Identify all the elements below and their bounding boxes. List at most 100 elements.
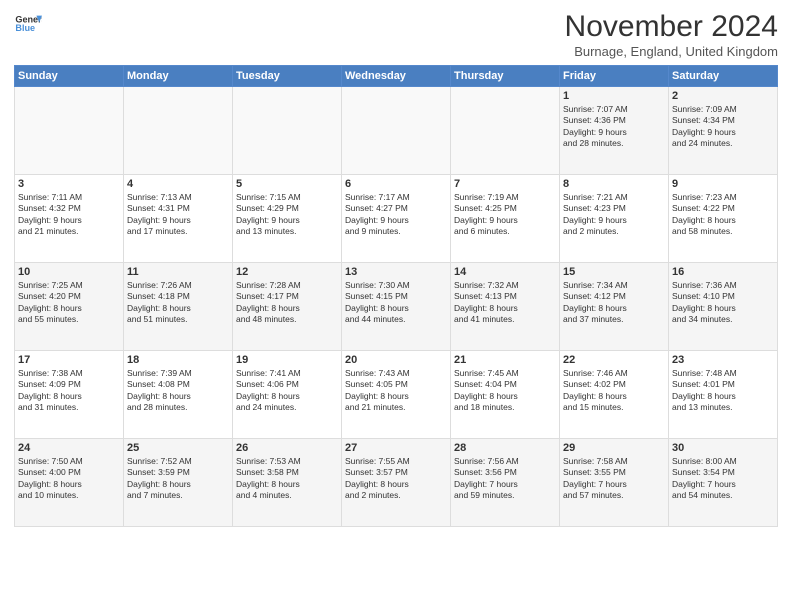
day-info: Sunrise: 7:17 AM Sunset: 4:27 PM Dayligh… xyxy=(345,192,447,238)
day-number: 27 xyxy=(345,442,447,454)
day-number: 21 xyxy=(454,354,556,366)
day-info: Sunrise: 7:39 AM Sunset: 4:08 PM Dayligh… xyxy=(127,368,229,414)
day-number: 22 xyxy=(563,354,665,366)
day-number: 14 xyxy=(454,266,556,278)
table-row: 10 Sunrise: 7:25 AM Sunset: 4:20 PM Dayli… xyxy=(15,263,124,351)
calendar-header-row: Sunday Monday Tuesday Wednesday Thursday… xyxy=(15,66,778,87)
day-info: Sunrise: 7:28 AM Sunset: 4:17 PM Dayligh… xyxy=(236,280,338,326)
table-row: 26 Sunrise: 7:53 AM Sunset: 3:58 PM Dayli… xyxy=(233,439,342,527)
day-info: Sunrise: 7:45 AM Sunset: 4:04 PM Dayligh… xyxy=(454,368,556,414)
day-number: 2 xyxy=(672,90,774,102)
table-row xyxy=(124,87,233,175)
table-row: 11 Sunrise: 7:26 AM Sunset: 4:18 PM Dayli… xyxy=(124,263,233,351)
day-number: 23 xyxy=(672,354,774,366)
day-number: 1 xyxy=(563,90,665,102)
table-row: 29 Sunrise: 7:58 AM Sunset: 3:55 PM Dayli… xyxy=(560,439,669,527)
table-row: 13 Sunrise: 7:30 AM Sunset: 4:15 PM Dayli… xyxy=(342,263,451,351)
day-number: 3 xyxy=(18,178,120,190)
table-row xyxy=(342,87,451,175)
table-row: 3Sunrise: 7:11 AM Sunset: 4:32 PM Daylig… xyxy=(15,175,124,263)
table-row: 16 Sunrise: 7:36 AM Sunset: 4:10 PM Dayli… xyxy=(669,263,778,351)
day-number: 16 xyxy=(672,266,774,278)
day-info: Sunrise: 7:46 AM Sunset: 4:02 PM Dayligh… xyxy=(563,368,665,414)
table-row: 24 Sunrise: 7:50 AM Sunset: 4:00 PM Dayli… xyxy=(15,439,124,527)
day-info: Sunrise: 7:07 AM Sunset: 4:36 PM Dayligh… xyxy=(563,104,665,150)
day-info: Sunrise: 7:58 AM Sunset: 3:55 PM Dayligh… xyxy=(563,456,665,502)
table-row: 17 Sunrise: 7:38 AM Sunset: 4:09 PM Dayli… xyxy=(15,351,124,439)
day-number: 13 xyxy=(345,266,447,278)
table-row: 12Sunrise: 7:28 AM Sunset: 4:17 PM Dayli… xyxy=(233,263,342,351)
table-row xyxy=(233,87,342,175)
month-title: November 2024 xyxy=(565,10,778,44)
header-tuesday: Tuesday xyxy=(233,66,342,87)
day-info: Sunrise: 7:30 AM Sunset: 4:15 PM Dayligh… xyxy=(345,280,447,326)
table-row: 9 Sunrise: 7:23 AM Sunset: 4:22 PM Daylig… xyxy=(669,175,778,263)
table-row: 20 Sunrise: 7:43 AM Sunset: 4:05 PM Dayli… xyxy=(342,351,451,439)
day-info: Sunrise: 7:52 AM Sunset: 3:59 PM Dayligh… xyxy=(127,456,229,502)
table-row: 21 Sunrise: 7:45 AM Sunset: 4:04 PM Dayli… xyxy=(451,351,560,439)
day-info: Sunrise: 7:26 AM Sunset: 4:18 PM Dayligh… xyxy=(127,280,229,326)
day-info: Sunrise: 7:19 AM Sunset: 4:25 PM Dayligh… xyxy=(454,192,556,238)
day-info: Sunrise: 7:50 AM Sunset: 4:00 PM Dayligh… xyxy=(18,456,120,502)
logo: General Blue xyxy=(14,10,42,38)
header-sunday: Sunday xyxy=(15,66,124,87)
table-row: 30Sunrise: 8:00 AM Sunset: 3:54 PM Dayli… xyxy=(669,439,778,527)
header-monday: Monday xyxy=(124,66,233,87)
day-info: Sunrise: 7:09 AM Sunset: 4:34 PM Dayligh… xyxy=(672,104,774,150)
table-row: 15Sunrise: 7:34 AM Sunset: 4:12 PM Dayli… xyxy=(560,263,669,351)
day-info: Sunrise: 7:15 AM Sunset: 4:29 PM Dayligh… xyxy=(236,192,338,238)
table-row: 4 Sunrise: 7:13 AM Sunset: 4:31 PM Daylig… xyxy=(124,175,233,263)
svg-text:Blue: Blue xyxy=(15,23,35,33)
table-row: 2 Sunrise: 7:09 AM Sunset: 4:34 PM Daylig… xyxy=(669,87,778,175)
day-number: 28 xyxy=(454,442,556,454)
day-info: Sunrise: 7:32 AM Sunset: 4:13 PM Dayligh… xyxy=(454,280,556,326)
table-row: 1 Sunrise: 7:07 AM Sunset: 4:36 PM Daylig… xyxy=(560,87,669,175)
page-header: General Blue November 2024 Burnage, Engl… xyxy=(14,10,778,59)
table-row: 6 Sunrise: 7:17 AM Sunset: 4:27 PM Daylig… xyxy=(342,175,451,263)
week-row-5: 24 Sunrise: 7:50 AM Sunset: 4:00 PM Dayli… xyxy=(15,439,778,527)
day-number: 17 xyxy=(18,354,120,366)
header-saturday: Saturday xyxy=(669,66,778,87)
day-number: 15 xyxy=(563,266,665,278)
header-wednesday: Wednesday xyxy=(342,66,451,87)
day-number: 18 xyxy=(127,354,229,366)
day-info: Sunrise: 7:38 AM Sunset: 4:09 PM Dayligh… xyxy=(18,368,120,414)
day-number: 7 xyxy=(454,178,556,190)
day-number: 10 xyxy=(18,266,120,278)
header-thursday: Thursday xyxy=(451,66,560,87)
day-info: Sunrise: 7:13 AM Sunset: 4:31 PM Dayligh… xyxy=(127,192,229,238)
day-info: Sunrise: 7:36 AM Sunset: 4:10 PM Dayligh… xyxy=(672,280,774,326)
day-number: 6 xyxy=(345,178,447,190)
title-section: November 2024 Burnage, England, United K… xyxy=(565,10,778,59)
day-number: 29 xyxy=(563,442,665,454)
day-info: Sunrise: 7:43 AM Sunset: 4:05 PM Dayligh… xyxy=(345,368,447,414)
table-row: 19Sunrise: 7:41 AM Sunset: 4:06 PM Dayli… xyxy=(233,351,342,439)
day-info: Sunrise: 7:48 AM Sunset: 4:01 PM Dayligh… xyxy=(672,368,774,414)
calendar-table: Sunday Monday Tuesday Wednesday Thursday… xyxy=(14,65,778,527)
table-row: 14 Sunrise: 7:32 AM Sunset: 4:13 PM Dayli… xyxy=(451,263,560,351)
logo-icon: General Blue xyxy=(14,10,42,38)
table-row: 28Sunrise: 7:56 AM Sunset: 3:56 PM Dayli… xyxy=(451,439,560,527)
day-info: Sunrise: 7:23 AM Sunset: 4:22 PM Dayligh… xyxy=(672,192,774,238)
table-row: 5Sunrise: 7:15 AM Sunset: 4:29 PM Daylig… xyxy=(233,175,342,263)
table-row: 25Sunrise: 7:52 AM Sunset: 3:59 PM Dayli… xyxy=(124,439,233,527)
day-info: Sunrise: 7:25 AM Sunset: 4:20 PM Dayligh… xyxy=(18,280,120,326)
table-row xyxy=(451,87,560,175)
day-info: Sunrise: 7:41 AM Sunset: 4:06 PM Dayligh… xyxy=(236,368,338,414)
day-info: Sunrise: 7:55 AM Sunset: 3:57 PM Dayligh… xyxy=(345,456,447,502)
day-number: 20 xyxy=(345,354,447,366)
table-row: 7 Sunrise: 7:19 AM Sunset: 4:25 PM Daylig… xyxy=(451,175,560,263)
table-row: 23 Sunrise: 7:48 AM Sunset: 4:01 PM Dayli… xyxy=(669,351,778,439)
day-info: Sunrise: 7:53 AM Sunset: 3:58 PM Dayligh… xyxy=(236,456,338,502)
table-row: 27 Sunrise: 7:55 AM Sunset: 3:57 PM Dayli… xyxy=(342,439,451,527)
day-number: 24 xyxy=(18,442,120,454)
day-number: 26 xyxy=(236,442,338,454)
day-number: 4 xyxy=(127,178,229,190)
day-info: Sunrise: 8:00 AM Sunset: 3:54 PM Dayligh… xyxy=(672,456,774,502)
table-row: 22 Sunrise: 7:46 AM Sunset: 4:02 PM Dayli… xyxy=(560,351,669,439)
table-row xyxy=(15,87,124,175)
day-number: 11 xyxy=(127,266,229,278)
day-number: 9 xyxy=(672,178,774,190)
location: Burnage, England, United Kingdom xyxy=(565,44,778,59)
week-row-4: 17 Sunrise: 7:38 AM Sunset: 4:09 PM Dayli… xyxy=(15,351,778,439)
